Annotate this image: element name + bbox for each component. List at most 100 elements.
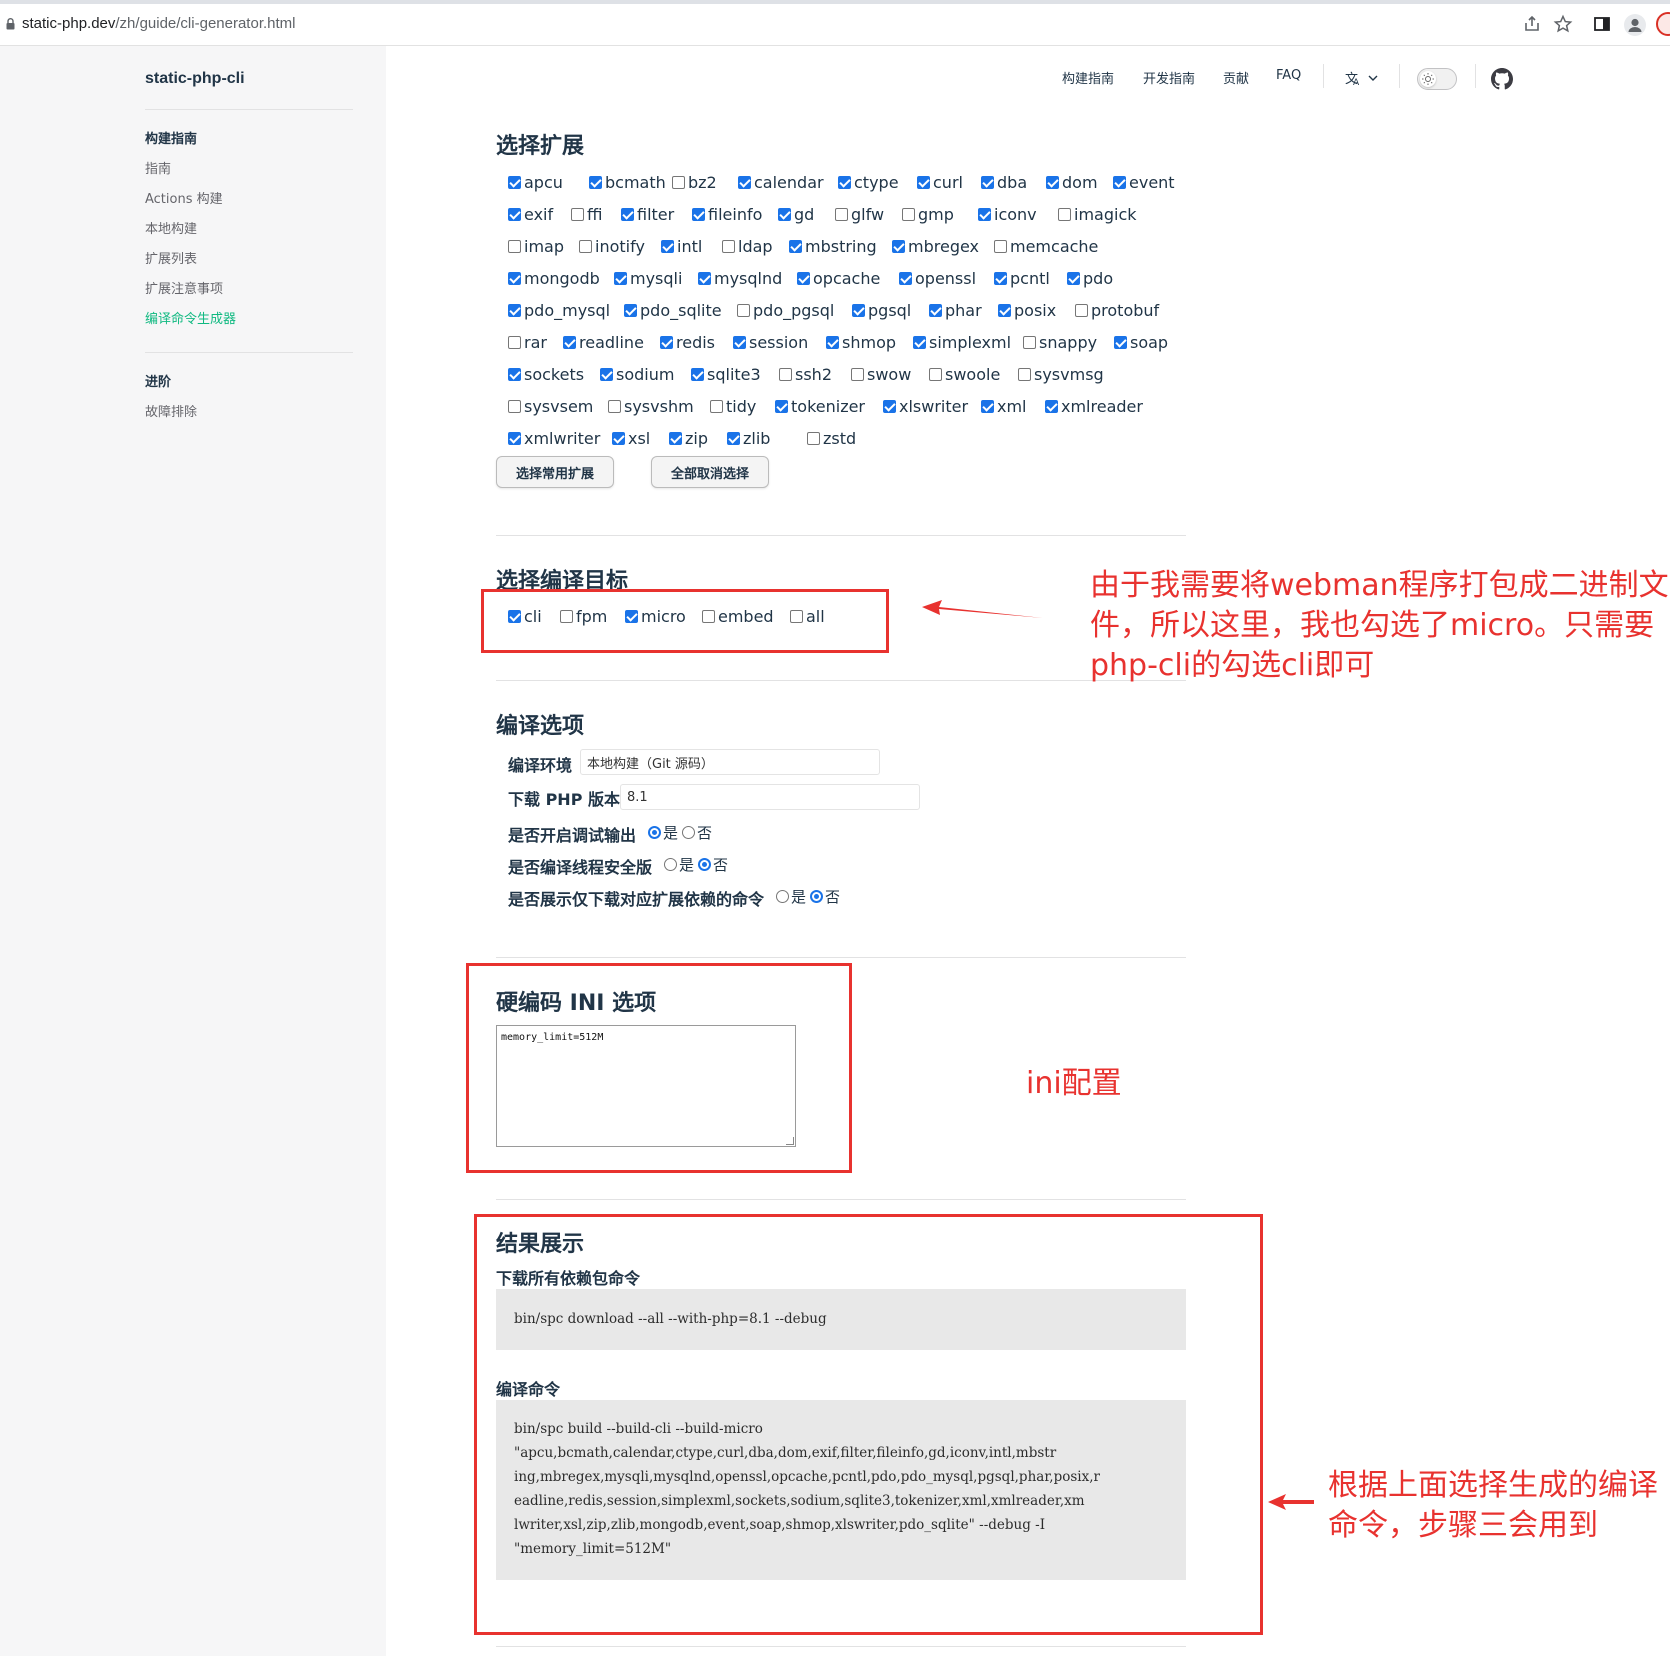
- extension-checkbox-mysqlnd[interactable]: mysqlnd: [698, 269, 782, 288]
- extension-checkbox-gmp[interactable]: gmp: [902, 205, 954, 224]
- extension-checkbox-sysvshm[interactable]: sysvshm: [608, 397, 694, 416]
- checkbox-box[interactable]: [589, 176, 602, 189]
- extension-checkbox-pdo_pgsql[interactable]: pdo_pgsql: [737, 301, 834, 320]
- profile-avatar[interactable]: [1624, 14, 1646, 36]
- extension-checkbox-dom[interactable]: dom: [1046, 173, 1098, 192]
- url-field[interactable]: static-php.dev/zh/guide/cli-generator.ht…: [22, 15, 296, 32]
- extension-checkbox-swoole[interactable]: swoole: [929, 365, 1000, 384]
- extension-checkbox-apcu[interactable]: apcu: [508, 173, 563, 192]
- extension-checkbox-session[interactable]: session: [733, 333, 808, 352]
- deselect-all-button[interactable]: 全部取消选择: [651, 456, 769, 488]
- sidebar-item-extension-notes[interactable]: 扩展注意事项: [145, 278, 223, 297]
- checkbox-box[interactable]: [1018, 368, 1031, 381]
- extension-checkbox-memcache[interactable]: memcache: [994, 237, 1098, 256]
- share-icon[interactable]: [1522, 14, 1542, 34]
- checkbox-box[interactable]: [852, 304, 865, 317]
- extension-checkbox-ldap[interactable]: ldap: [722, 237, 773, 256]
- extension-checkbox-bcmath[interactable]: bcmath: [589, 173, 666, 192]
- checkbox-box[interactable]: [1114, 336, 1127, 349]
- extension-checkbox-mbstring[interactable]: mbstring: [789, 237, 877, 256]
- extension-checkbox-iconv[interactable]: iconv: [978, 205, 1037, 224]
- extension-checkbox-pgsql[interactable]: pgsql: [852, 301, 911, 320]
- nav-contribute[interactable]: 贡献: [1223, 68, 1249, 87]
- extension-checkbox-pdo_sqlite[interactable]: pdo_sqlite: [624, 301, 722, 320]
- extension-checkbox-fileinfo[interactable]: fileinfo: [692, 205, 762, 224]
- checkbox-box[interactable]: [508, 272, 521, 285]
- download-deps-no-radio[interactable]: [810, 890, 824, 903]
- extension-checkbox-ssh2[interactable]: ssh2: [779, 365, 832, 384]
- checkbox-box[interactable]: [883, 400, 896, 413]
- extension-checkbox-sodium[interactable]: sodium: [600, 365, 674, 384]
- checkbox-box[interactable]: [508, 432, 521, 445]
- checkbox-box[interactable]: [737, 304, 750, 317]
- checkbox-box[interactable]: [722, 240, 735, 253]
- download-deps-yes-radio[interactable]: [776, 890, 789, 903]
- extension-checkbox-exif[interactable]: exif: [508, 205, 553, 224]
- checkbox-box[interactable]: [902, 208, 915, 221]
- extension-checkbox-mysqli[interactable]: mysqli: [614, 269, 682, 288]
- checkbox-box[interactable]: [669, 432, 682, 445]
- checkbox-box[interactable]: [600, 368, 613, 381]
- checkbox-box[interactable]: [660, 336, 673, 349]
- extension-checkbox-swow[interactable]: swow: [851, 365, 911, 384]
- sidebar-item-local-build[interactable]: 本地构建: [145, 218, 197, 237]
- checkbox-box[interactable]: [621, 208, 634, 221]
- extension-checkbox-imap[interactable]: imap: [508, 237, 564, 256]
- checkbox-box[interactable]: [851, 368, 864, 381]
- extension-checkbox-xmlwriter[interactable]: xmlwriter: [508, 429, 600, 448]
- extension-checkbox-xlswriter[interactable]: xlswriter: [883, 397, 968, 416]
- extension-checkbox-inotify[interactable]: inotify: [579, 237, 645, 256]
- extension-checkbox-calendar[interactable]: calendar: [738, 173, 824, 192]
- checkbox-box[interactable]: [1113, 176, 1126, 189]
- checkbox-box[interactable]: [738, 176, 751, 189]
- sidebar-item-extensions[interactable]: 扩展列表: [145, 248, 197, 267]
- extension-checkbox-sockets[interactable]: sockets: [508, 365, 584, 384]
- nav-dev-guide[interactable]: 开发指南: [1143, 68, 1195, 87]
- nav-build-guide[interactable]: 构建指南: [1062, 68, 1114, 87]
- extension-checkbox-snappy[interactable]: snappy: [1023, 333, 1097, 352]
- extension-checkbox-rar[interactable]: rar: [508, 333, 547, 352]
- side-panel-icon[interactable]: [1592, 14, 1612, 34]
- extension-checkbox-ctype[interactable]: ctype: [838, 173, 899, 192]
- extension-checkbox-sysvsem[interactable]: sysvsem: [508, 397, 593, 416]
- checkbox-box[interactable]: [661, 240, 674, 253]
- checkbox-box[interactable]: [913, 336, 926, 349]
- checkbox-box[interactable]: [892, 240, 905, 253]
- checkbox-box[interactable]: [929, 368, 942, 381]
- extension-badge[interactable]: [1656, 12, 1670, 36]
- extension-checkbox-pdo_mysql[interactable]: pdo_mysql: [508, 301, 610, 320]
- extension-checkbox-tokenizer[interactable]: tokenizer: [775, 397, 865, 416]
- checkbox-box[interactable]: [508, 368, 521, 381]
- env-select[interactable]: 本地构建（Git 源码）: [580, 749, 880, 775]
- extension-checkbox-filter[interactable]: filter: [621, 205, 674, 224]
- checkbox-box[interactable]: [835, 208, 848, 221]
- extension-checkbox-event[interactable]: event: [1113, 173, 1175, 192]
- php-version-select[interactable]: 8.1: [620, 784, 920, 810]
- extension-checkbox-xsl[interactable]: xsl: [612, 429, 650, 448]
- checkbox-box[interactable]: [899, 272, 912, 285]
- checkbox-box[interactable]: [838, 176, 851, 189]
- extension-checkbox-readline[interactable]: readline: [563, 333, 644, 352]
- github-icon[interactable]: [1491, 68, 1513, 90]
- checkbox-box[interactable]: [692, 208, 705, 221]
- checkbox-box[interactable]: [917, 176, 930, 189]
- checkbox-box[interactable]: [1067, 272, 1080, 285]
- extension-checkbox-xml[interactable]: xml: [981, 397, 1027, 416]
- checkbox-box[interactable]: [563, 336, 576, 349]
- extension-checkbox-protobuf[interactable]: protobuf: [1075, 301, 1159, 320]
- site-title[interactable]: static-php-cli: [145, 70, 245, 88]
- extension-checkbox-shmop[interactable]: shmop: [826, 333, 896, 352]
- checkbox-box[interactable]: [691, 368, 704, 381]
- checkbox-box[interactable]: [807, 432, 820, 445]
- extension-checkbox-pdo[interactable]: pdo: [1067, 269, 1113, 288]
- checkbox-box[interactable]: [710, 400, 723, 413]
- sidebar-item-cli-generator[interactable]: 编译命令生成器: [145, 308, 236, 327]
- translate-icon[interactable]: 文 A: [1345, 70, 1381, 86]
- extension-checkbox-redis[interactable]: redis: [660, 333, 715, 352]
- checkbox-box[interactable]: [508, 176, 521, 189]
- extension-checkbox-curl[interactable]: curl: [917, 173, 963, 192]
- checkbox-box[interactable]: [698, 272, 711, 285]
- checkbox-box[interactable]: [1023, 336, 1036, 349]
- extension-checkbox-mbregex[interactable]: mbregex: [892, 237, 979, 256]
- checkbox-box[interactable]: [672, 176, 685, 189]
